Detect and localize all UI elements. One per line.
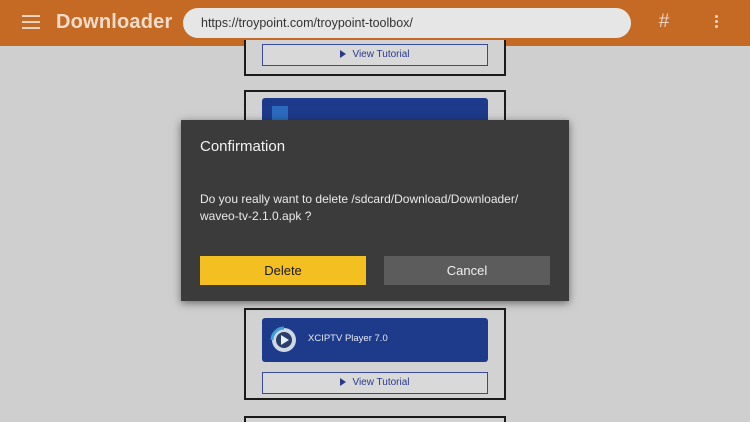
hamburger-menu-icon[interactable] bbox=[22, 15, 40, 29]
dialog-message-line-1: Do you really want to delete /sdcard/Dow… bbox=[200, 192, 519, 206]
dialog-message-line-2: waveo-tv-2.1.0.apk ? bbox=[200, 209, 312, 223]
delete-button[interactable]: Delete bbox=[200, 256, 366, 285]
confirmation-dialog: Confirmation Do you really want to delet… bbox=[181, 120, 569, 301]
hash-icon[interactable]: # bbox=[654, 10, 674, 34]
url-input[interactable]: https://troypoint.com/troypoint-toolbox/ bbox=[183, 8, 631, 38]
more-options-icon[interactable] bbox=[712, 15, 720, 31]
app-title: Downloader bbox=[56, 11, 173, 33]
view-tutorial-button[interactable]: View Tutorial bbox=[262, 44, 488, 66]
app-tile-name: XCIPTV Player 7.0 bbox=[308, 333, 388, 344]
play-icon bbox=[340, 378, 347, 387]
cancel-button[interactable]: Cancel bbox=[384, 256, 550, 285]
app-logo-icon bbox=[272, 106, 288, 120]
app-tile[interactable]: XCIPTV Player 7.0 bbox=[262, 318, 488, 362]
xciptv-logo-icon bbox=[270, 326, 296, 352]
dialog-message: Do you really want to delete /sdcard/Dow… bbox=[200, 191, 550, 225]
list-card bbox=[244, 416, 506, 422]
list-card: View Tutorial bbox=[244, 40, 506, 76]
play-icon bbox=[340, 50, 347, 59]
view-tutorial-button[interactable]: View Tutorial bbox=[262, 372, 488, 394]
list-card: XCIPTV Player 7.0 View Tutorial bbox=[244, 308, 506, 400]
dialog-title: Confirmation bbox=[200, 138, 286, 155]
